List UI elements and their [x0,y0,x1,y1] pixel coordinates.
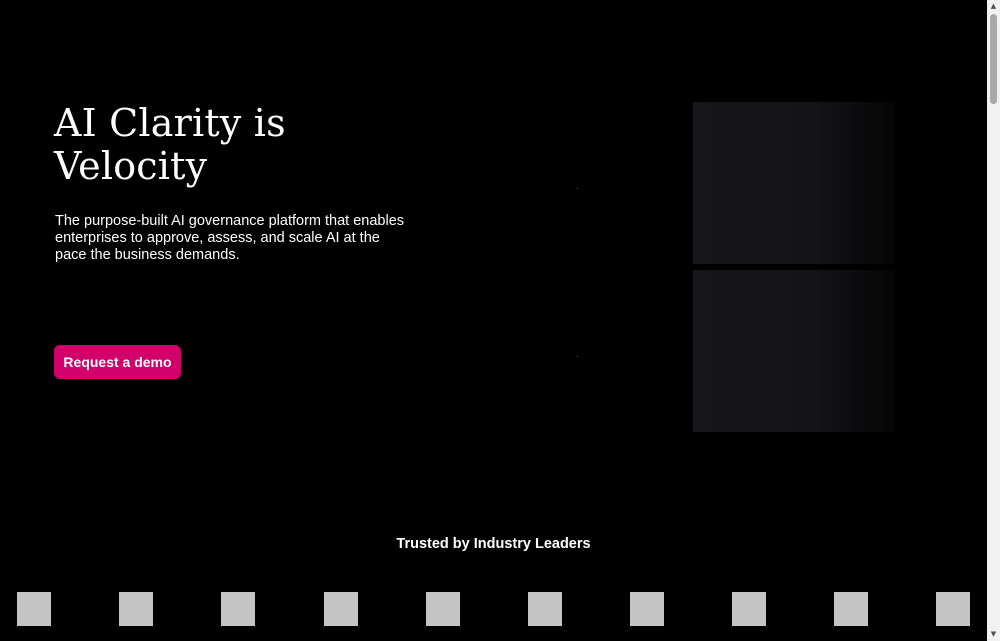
decorative-dot [577,356,578,357]
customer-logo [221,592,255,626]
customer-logo [834,592,868,626]
customer-logo [936,592,970,626]
vertical-scrollbar[interactable]: ▲ ▼ [987,0,1000,641]
hero-visual-panel-bottom [693,270,895,432]
trusted-heading: Trusted by Industry Leaders [396,536,591,552]
customer-logo [732,592,766,626]
hero-subtitle: The purpose-built AI governance platform… [55,213,405,263]
customer-logo [528,592,562,626]
customer-logo [17,592,51,626]
hero-visual-panel-top [693,102,895,264]
customer-logo [324,592,358,626]
customer-logo [426,592,460,626]
hero-title: AI Clarity is Velocity [54,101,286,188]
page: AI Clarity is Velocity The purpose-built… [0,0,987,641]
arrow-down-icon[interactable]: ▼ [987,628,1000,641]
customer-logo [630,592,664,626]
request-demo-button[interactable]: Request a demo [54,345,181,379]
customer-logo-row [17,592,977,626]
decorative-dot [577,188,578,189]
scrollbar-thumb[interactable] [990,14,997,104]
arrow-up-icon[interactable]: ▲ [987,0,1000,13]
customer-logo [119,592,153,626]
